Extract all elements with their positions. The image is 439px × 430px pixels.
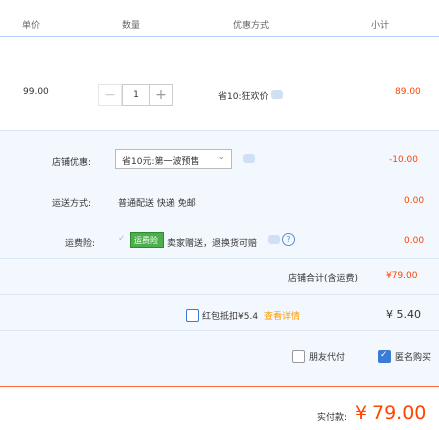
friend-pay-label: 朋友代付 [309,353,346,363]
check-icon: ✓ [118,234,126,244]
insurance-amount: 0.00 [404,236,425,246]
anonymous-label: 匿名购买 [395,353,432,363]
anonymous-checkbox[interactable] [378,350,391,363]
item-subtotal: 89.00 [395,87,421,97]
item-promo: 省10:狂欢价 [218,89,284,102]
shop-discount-label: 店铺优惠: [52,158,92,168]
quantity-stepper[interactable]: − 1 + [98,84,173,106]
col-qty-header: 数量 [122,21,141,31]
col-discount-header: 优惠方式 [233,21,270,31]
shop-discount-select[interactable]: 省10元:第一波预售 ⌄ [115,149,232,169]
decrement-button[interactable]: − [98,84,122,106]
header-divider [0,36,439,37]
chat-icon[interactable] [268,235,280,244]
delivery-label: 运送方式: [52,199,92,209]
row-divider [0,258,439,259]
row-divider [0,330,439,331]
chevron-down-icon: ⌄ [217,152,225,162]
item-price: 99.00 [23,87,49,97]
help-icon[interactable]: ? [282,233,295,246]
table-header: 单价 数量 优惠方式 小计 [0,0,439,36]
anonymous-option[interactable]: 匿名购买 [378,350,431,363]
shop-total-amount: ¥79.00 [386,271,418,281]
payment-label: 实付款: [317,413,348,423]
redpacket-detail-link[interactable]: 查看详情 [264,309,300,322]
redpacket-amount: ¥ 5.40 [386,308,421,321]
row-divider [0,294,439,295]
chat-icon[interactable] [271,90,284,99]
redpacket-option[interactable]: 红包抵扣¥5.4 查看详情 [186,309,300,322]
shop-discount-value: 省10元:第一波预售 [122,157,200,167]
col-price-header: 单价 [22,21,41,31]
delivery-value: 普通配送 快递 免邮 [118,199,196,209]
quantity-input[interactable]: 1 [123,84,149,106]
item-promo-label: 省10:狂欢价 [218,92,269,102]
redpacket-label: 红包抵扣¥5.4 [202,312,259,322]
delivery-amount: 0.00 [404,196,425,206]
friend-pay-checkbox[interactable] [292,350,305,363]
insurance-label: 运费险: [65,239,96,249]
shop-discount-amount: -10.00 [389,155,419,165]
increment-button[interactable]: + [149,84,173,106]
shop-total-label: 店铺合计(含运费) [288,274,359,284]
payment-currency: ¥ [355,402,368,424]
payment-amount: 79.00 [372,402,427,424]
friend-pay-option[interactable]: 朋友代付 [292,350,345,363]
col-subtotal-header: 小计 [371,21,390,31]
insurance-badge: 运费险 [130,232,164,248]
insurance-badge-text: 运费险 [134,236,158,245]
chat-icon[interactable] [243,154,255,163]
redpacket-checkbox[interactable] [186,309,199,322]
insurance-text: 卖家赠送，退换货可赔 [167,239,258,249]
row-divider [0,130,439,131]
